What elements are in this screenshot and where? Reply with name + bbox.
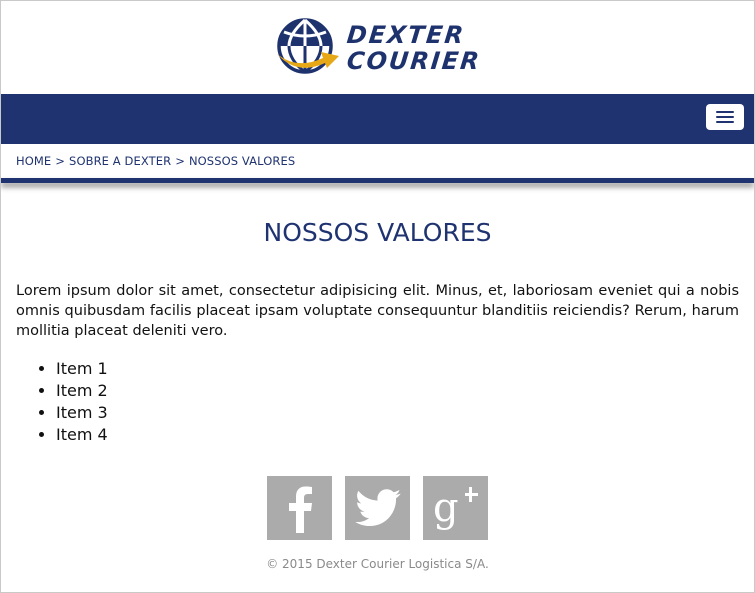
hamburger-menu-icon	[716, 111, 734, 113]
list-item: Item 2	[56, 380, 739, 402]
svg-text:g: g	[433, 485, 459, 531]
social-links: g	[1, 476, 754, 540]
facebook-link[interactable]	[267, 476, 332, 540]
twitter-icon	[354, 489, 401, 527]
site-header: DEXTER COURIER	[1, 1, 754, 94]
list-item: Item 3	[56, 402, 739, 424]
hamburger-menu-icon-bar	[716, 121, 734, 123]
twitter-link[interactable]	[345, 476, 410, 540]
breadcrumb-sobre[interactable]: SOBRE A DEXTER	[69, 154, 171, 168]
list-item: Item 1	[56, 358, 739, 380]
intro-paragraph: Lorem ipsum dolor sit amet, consectetur …	[16, 283, 739, 339]
breadcrumb-separator: >	[175, 154, 185, 168]
breadcrumb-separator: >	[55, 154, 66, 168]
globe-logo-icon	[276, 17, 339, 74]
menu-toggle-button[interactable]	[706, 104, 744, 130]
facebook-icon	[288, 486, 312, 533]
page-frame: DEXTER COURIER HOME > SOBRE A DEXTER > N…	[0, 0, 755, 593]
brand-line-2: COURIER	[345, 46, 482, 75]
breadcrumb: HOME > SOBRE A DEXTER > NOSSOS VALORES	[1, 144, 754, 178]
breadcrumb-home[interactable]: HOME	[16, 154, 51, 168]
breadcrumb-divider	[1, 178, 754, 183]
values-list: Item 1 Item 2 Item 3 Item 4	[16, 358, 739, 446]
list-item: Item 4	[56, 424, 739, 446]
main-content: NOSSOS VALORES Lorem ipsum dolor sit ame…	[1, 218, 754, 446]
google-plus-icon: g	[433, 485, 478, 531]
page-title: NOSSOS VALORES	[263, 218, 492, 247]
breadcrumb-current[interactable]: NOSSOS VALORES	[189, 154, 295, 168]
site-footer: © 2015 Dexter Courier Logistica S/A.	[1, 557, 754, 571]
google-plus-link[interactable]: g	[423, 476, 488, 540]
brand-name: DEXTER COURIER	[345, 20, 482, 75]
hamburger-menu-icon-bar	[716, 116, 734, 118]
brand-line-1: DEXTER	[345, 20, 467, 49]
copyright-text: © 2015 Dexter Courier Logistica S/A.	[266, 557, 489, 571]
main-navbar	[1, 94, 754, 144]
site-logo[interactable]: DEXTER COURIER	[275, 17, 482, 78]
